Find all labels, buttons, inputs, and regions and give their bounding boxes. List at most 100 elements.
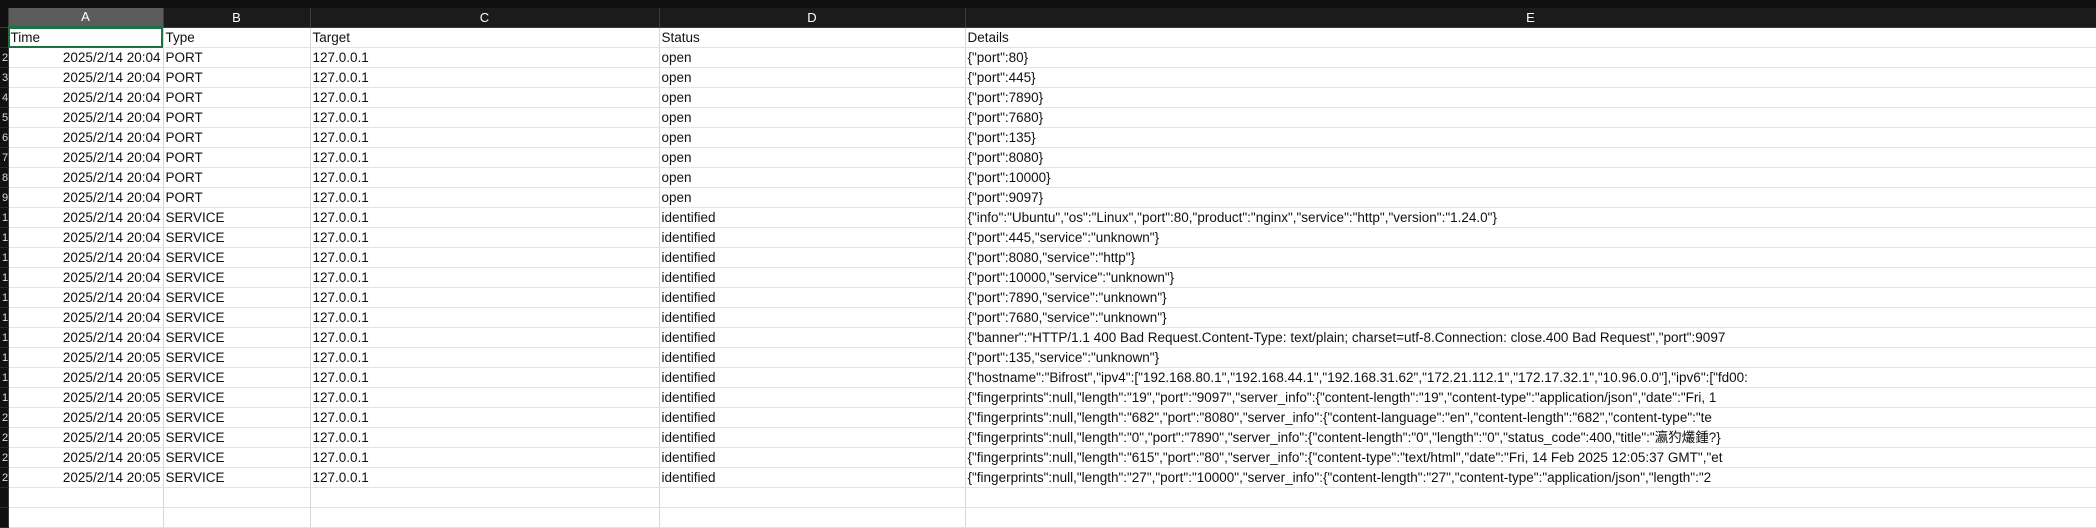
cell-details[interactable]: {"port":80}: [965, 47, 2096, 68]
cell-status[interactable]: open: [659, 87, 966, 108]
cell-target[interactable]: 127.0.0.1: [310, 167, 660, 188]
cell-status[interactable]: open: [659, 47, 966, 68]
cell-status[interactable]: identified: [659, 407, 966, 428]
cell-details[interactable]: {"fingerprints":null,"length":"682","por…: [965, 407, 2096, 428]
cell-type[interactable]: PORT: [163, 167, 311, 188]
cell-target[interactable]: 127.0.0.1: [310, 227, 660, 248]
cell-type[interactable]: SERVICE: [163, 267, 311, 288]
cell-type[interactable]: PORT: [163, 67, 311, 88]
row-header[interactable]: 9: [0, 187, 9, 208]
cell-status[interactable]: identified: [659, 427, 966, 448]
empty-cell[interactable]: [965, 487, 2096, 508]
cell-status[interactable]: identified: [659, 307, 966, 328]
cell-header-status[interactable]: Status: [659, 27, 966, 48]
row-header[interactable]: 21: [0, 427, 9, 448]
row-header[interactable]: 5: [0, 107, 9, 128]
cell-time[interactable]: 2025/2/14 20:04: [8, 67, 164, 88]
row-header[interactable]: 19: [0, 387, 9, 408]
cell-type[interactable]: SERVICE: [163, 367, 311, 388]
column-header-d[interactable]: D: [659, 8, 966, 28]
cell-details[interactable]: {"port":7890}: [965, 87, 2096, 108]
cell-type[interactable]: SERVICE: [163, 407, 311, 428]
cell-details[interactable]: {"port":8080}: [965, 147, 2096, 168]
cell-header-time[interactable]: Time: [8, 27, 164, 48]
cell-target[interactable]: 127.0.0.1: [310, 247, 660, 268]
row-header[interactable]: 14: [0, 287, 9, 308]
cell-status[interactable]: identified: [659, 347, 966, 368]
cell-details[interactable]: {"port":10000}: [965, 167, 2096, 188]
cell-time[interactable]: 2025/2/14 20:04: [8, 247, 164, 268]
cell-details[interactable]: {"banner":"HTTP/1.1 400 Bad Request.Cont…: [965, 327, 2096, 348]
cell-details[interactable]: {"hostname":"Bifrost","ipv4":["192.168.8…: [965, 367, 2096, 388]
cell-status[interactable]: identified: [659, 207, 966, 228]
row-header[interactable]: [0, 487, 9, 508]
cell-type[interactable]: SERVICE: [163, 307, 311, 328]
column-header-b[interactable]: B: [163, 8, 311, 28]
cell-target[interactable]: 127.0.0.1: [310, 447, 660, 468]
cell-details[interactable]: {"port":7680,"service":"unknown"}: [965, 307, 2096, 328]
row-header[interactable]: 13: [0, 267, 9, 288]
cell-time[interactable]: 2025/2/14 20:05: [8, 467, 164, 488]
cell-details[interactable]: {"port":9097}: [965, 187, 2096, 208]
cell-details[interactable]: {"fingerprints":null,"length":"19","port…: [965, 387, 2096, 408]
cell-details[interactable]: {"port":135,"service":"unknown"}: [965, 347, 2096, 368]
cell-time[interactable]: 2025/2/14 20:04: [8, 207, 164, 228]
cell-details[interactable]: {"port":10000,"service":"unknown"}: [965, 267, 2096, 288]
empty-cell[interactable]: [8, 507, 164, 528]
cell-target[interactable]: 127.0.0.1: [310, 107, 660, 128]
cell-target[interactable]: 127.0.0.1: [310, 347, 660, 368]
cell-time[interactable]: 2025/2/14 20:04: [8, 147, 164, 168]
cell-type[interactable]: PORT: [163, 47, 311, 68]
cell-time[interactable]: 2025/2/14 20:04: [8, 307, 164, 328]
cell-target[interactable]: 127.0.0.1: [310, 87, 660, 108]
cell-type[interactable]: SERVICE: [163, 287, 311, 308]
cell-status[interactable]: identified: [659, 387, 966, 408]
cell-type[interactable]: PORT: [163, 127, 311, 148]
cell-time[interactable]: 2025/2/14 20:05: [8, 347, 164, 368]
cell-target[interactable]: 127.0.0.1: [310, 207, 660, 228]
cell-status[interactable]: identified: [659, 267, 966, 288]
row-header[interactable]: 8: [0, 167, 9, 188]
cell-type[interactable]: PORT: [163, 187, 311, 208]
empty-cell[interactable]: [659, 507, 966, 528]
cell-status[interactable]: identified: [659, 227, 966, 248]
empty-cell[interactable]: [310, 487, 660, 508]
cell-target[interactable]: 127.0.0.1: [310, 367, 660, 388]
column-header-a[interactable]: A: [8, 8, 164, 28]
cell-target[interactable]: 127.0.0.1: [310, 287, 660, 308]
cell-type[interactable]: SERVICE: [163, 227, 311, 248]
cell-target[interactable]: 127.0.0.1: [310, 427, 660, 448]
cell-header-target[interactable]: Target: [310, 27, 660, 48]
cell-details[interactable]: {"fingerprints":null,"length":"27","port…: [965, 467, 2096, 488]
cell-target[interactable]: 127.0.0.1: [310, 187, 660, 208]
cell-type[interactable]: SERVICE: [163, 427, 311, 448]
row-header[interactable]: 23: [0, 467, 9, 488]
cell-status[interactable]: identified: [659, 467, 966, 488]
cell-type[interactable]: SERVICE: [163, 207, 311, 228]
cell-status[interactable]: open: [659, 167, 966, 188]
cell-target[interactable]: 127.0.0.1: [310, 387, 660, 408]
cell-status[interactable]: open: [659, 67, 966, 88]
cell-details[interactable]: {"info":"Ubuntu","os":"Linux","port":80,…: [965, 207, 2096, 228]
empty-cell[interactable]: [310, 507, 660, 528]
cell-time[interactable]: 2025/2/14 20:04: [8, 127, 164, 148]
cell-type[interactable]: SERVICE: [163, 387, 311, 408]
cell-details[interactable]: {"fingerprints":null,"length":"615","por…: [965, 447, 2096, 468]
cell-status[interactable]: open: [659, 147, 966, 168]
cell-target[interactable]: 127.0.0.1: [310, 467, 660, 488]
cell-details[interactable]: {"port":7680}: [965, 107, 2096, 128]
cell-header-details[interactable]: Details: [965, 27, 2096, 48]
cell-target[interactable]: 127.0.0.1: [310, 307, 660, 328]
row-header[interactable]: 2: [0, 47, 9, 68]
cell-target[interactable]: 127.0.0.1: [310, 67, 660, 88]
cell-time[interactable]: 2025/2/14 20:04: [8, 47, 164, 68]
cell-type[interactable]: PORT: [163, 87, 311, 108]
cell-time[interactable]: 2025/2/14 20:04: [8, 327, 164, 348]
cell-header-type[interactable]: Type: [163, 27, 311, 48]
row-header[interactable]: [0, 507, 9, 528]
row-header[interactable]: 18: [0, 367, 9, 388]
cell-time[interactable]: 2025/2/14 20:04: [8, 287, 164, 308]
row-header[interactable]: 3: [0, 67, 9, 88]
cell-target[interactable]: 127.0.0.1: [310, 407, 660, 428]
empty-cell[interactable]: [8, 487, 164, 508]
